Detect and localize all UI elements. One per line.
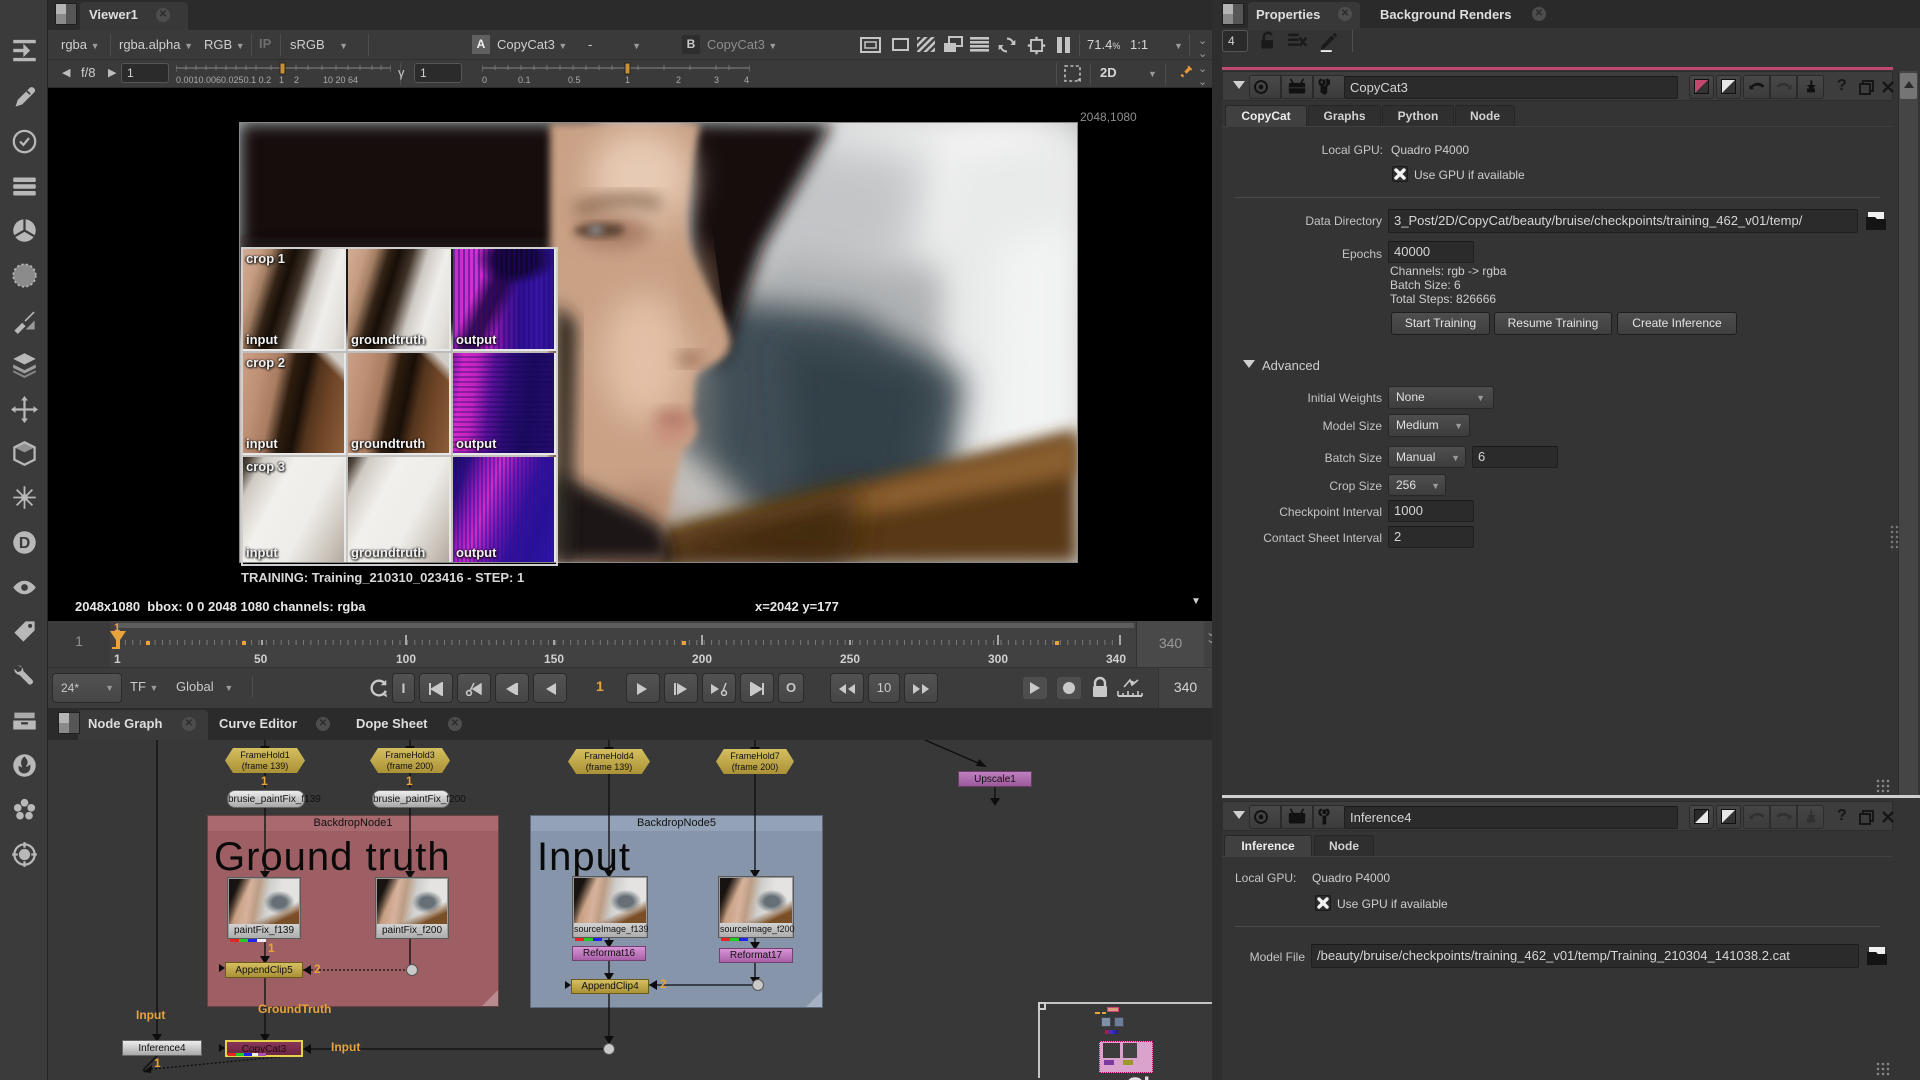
svg-text:1: 1 (114, 622, 120, 634)
svg-text:0: 0 (482, 75, 487, 85)
svg-text:0.0010.0060.0250.1 0.2: 0.0010.0060.0250.1 0.2 (176, 75, 271, 85)
svg-text:50: 50 (254, 652, 268, 666)
svg-text:1: 1 (279, 75, 284, 85)
svg-text:250: 250 (840, 652, 860, 666)
svg-text:1: 1 (114, 652, 121, 666)
svg-text:300: 300 (988, 652, 1008, 666)
svg-text:340: 340 (1106, 652, 1126, 666)
svg-text:2: 2 (676, 75, 681, 85)
svg-text:D: D (19, 535, 30, 552)
svg-text:0.1: 0.1 (518, 75, 531, 85)
svg-text:1: 1 (625, 75, 630, 85)
svg-text:3: 3 (714, 75, 719, 85)
svg-text:10 20 64: 10 20 64 (323, 75, 358, 85)
svg-text:2: 2 (294, 75, 299, 85)
svg-text:4: 4 (744, 75, 749, 85)
svg-text:200: 200 (692, 652, 712, 666)
svg-text:150: 150 (544, 652, 564, 666)
svg-text:100: 100 (396, 652, 416, 666)
svg-text:0.5: 0.5 (568, 75, 581, 85)
